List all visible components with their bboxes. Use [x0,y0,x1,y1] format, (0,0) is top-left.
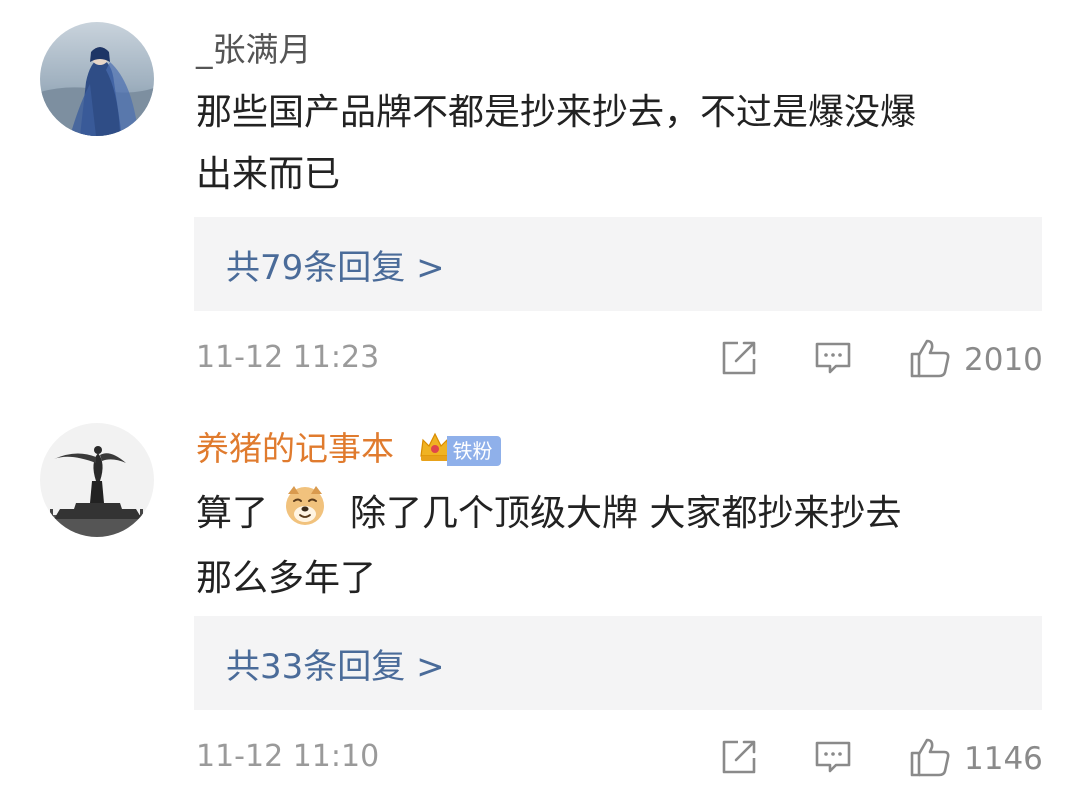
username-text: 养猪的记事本 [196,429,394,468]
like-count: 1146 [964,741,1043,777]
comment-text-segment: 除了几个顶级大牌 大家都抄来抄去 [350,493,902,534]
comment-text-segment: 算了 [196,493,269,534]
timestamp: 11-12 11:23 [196,340,380,375]
action-bar: 1146 [718,735,1043,783]
avatar[interactable] [40,423,154,537]
comment-icon[interactable] [812,337,854,383]
comment-text-line: 那些国产品牌不都是抄来抄去，不过是爆没爆 [196,92,917,133]
reply-summary-box[interactable]: 共33条回复 > [194,616,1042,710]
like-icon[interactable] [908,336,952,384]
view-replies-link[interactable]: 共33条回复 > [226,639,445,688]
username[interactable]: _张满月 [196,30,312,70]
share-icon[interactable] [718,736,760,782]
comment-icon[interactable] [812,736,854,782]
view-replies-link[interactable]: 共79条回复 > [226,240,445,289]
username[interactable]: 养猪的记事本 铁粉 [196,428,501,473]
like-icon[interactable] [908,735,952,783]
share-icon[interactable] [718,337,760,383]
fan-badge: 铁粉 [417,428,501,473]
comment-text-line: 出来而已 [196,154,341,195]
comment-text-line: 那么多年了 [196,558,377,599]
comment-text-line: 算了 除了几个顶级大牌 大家都抄来抄去 [196,482,1056,548]
fan-badge-label: 铁粉 [446,435,501,466]
avatar[interactable] [40,22,154,136]
action-bar: 2010 [718,336,1043,384]
comment-text: 算了 除了几个顶级大牌 大家都抄来抄去 那么多年了 [196,482,1056,610]
like-count: 2010 [964,342,1043,378]
comment-text: 那些国产品牌不都是抄来抄去，不过是爆没爆 出来而已 [196,82,1056,206]
reply-summary-box[interactable]: 共79条回复 > [194,217,1042,311]
timestamp: 11-12 11:10 [196,739,380,774]
doge-emoji-icon [282,482,328,548]
